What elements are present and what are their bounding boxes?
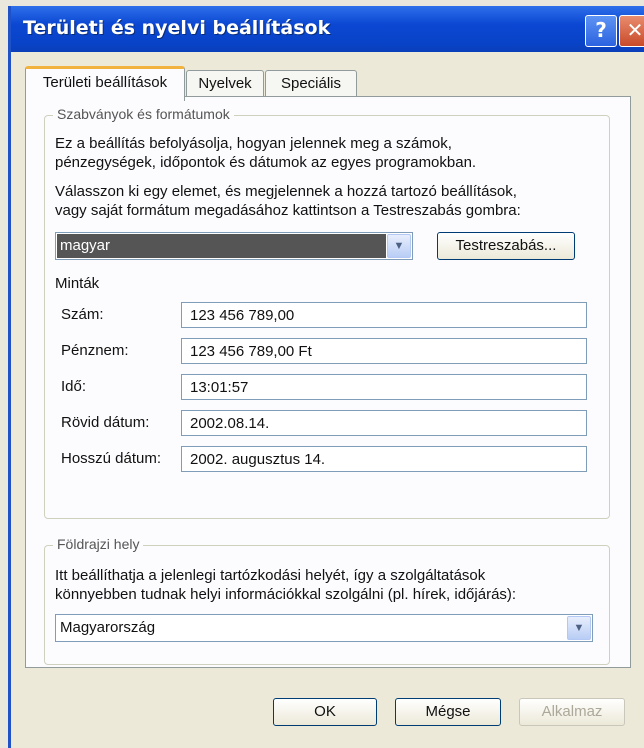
standards-description-line2: pénzegységek, időpontok és dátumok az eg… <box>55 154 477 171</box>
sample-label-currency: Pénznem: <box>61 342 129 359</box>
location-select-value: Magyarország <box>60 619 156 636</box>
tab-advanced[interactable]: Speciális <box>265 70 357 97</box>
ok-button[interactable]: OK <box>273 698 377 726</box>
sample-label-time: Idő: <box>61 378 87 395</box>
sample-value-number: 123 456 789,00 <box>181 302 587 328</box>
apply-button[interactable]: Alkalmaz <box>519 698 625 726</box>
tab-regional-settings[interactable]: Területi beállítások <box>25 66 185 101</box>
sample-value-time: 13:01:57 <box>181 374 587 400</box>
locale-select-value: magyar <box>60 237 111 254</box>
customize-button[interactable]: Testreszabás... <box>437 232 575 260</box>
tab-languages[interactable]: Nyelvek <box>186 70 264 97</box>
tab-panel: Szabványok és formátumok Ez a beállítás … <box>25 96 631 668</box>
sample-label-short-date: Rövid dátum: <box>61 414 150 431</box>
choose-instruction-line2: vagy saját formátum megadásához kattints… <box>55 202 521 219</box>
title-bar[interactable]: Területi és nyelvi beállítások ? ✕ <box>11 6 644 52</box>
location-legend: Földrajzi hely <box>53 536 144 552</box>
sample-label-number: Szám: <box>61 306 104 323</box>
locale-select[interactable]: magyar ▼ <box>55 232 413 260</box>
cancel-button[interactable]: Mégse <box>395 698 501 726</box>
chevron-down-icon[interactable]: ▼ <box>387 234 411 258</box>
window-title: Területi és nyelvi beállítások <box>23 17 331 39</box>
location-description-line1: Itt beállíthatja a jelenlegi tartózkodás… <box>55 567 486 584</box>
chevron-down-icon[interactable]: ▼ <box>567 616 591 640</box>
sample-value-long-date: 2002. augusztus 14. <box>181 446 587 472</box>
standards-legend: Szabványok és formátumok <box>53 106 234 122</box>
sample-label-long-date: Hosszú dátum: <box>61 450 162 467</box>
samples-heading: Minták <box>55 275 100 292</box>
sample-value-short-date: 2002.08.14. <box>181 410 587 436</box>
choose-instruction-line1: Válasszon ki egy elemet, és megjelennek … <box>55 183 517 200</box>
location-description-line2: könnyebben tudnak helyi információkkal s… <box>55 586 517 603</box>
sample-value-currency: 123 456 789,00 Ft <box>181 338 587 364</box>
close-button[interactable]: ✕ <box>619 15 644 47</box>
location-group: Földrajzi hely Itt beállíthatja a jelenl… <box>44 536 610 665</box>
standards-group: Szabványok és formátumok Ez a beállítás … <box>44 106 610 519</box>
help-button[interactable]: ? <box>585 15 617 47</box>
location-select[interactable]: Magyarország ▼ <box>55 614 593 642</box>
standards-description-line1: Ez a beállítás befolyásolja, hogyan jele… <box>55 135 452 152</box>
dialog-window: Területi és nyelvi beállítások ? ✕ Terül… <box>8 6 644 748</box>
